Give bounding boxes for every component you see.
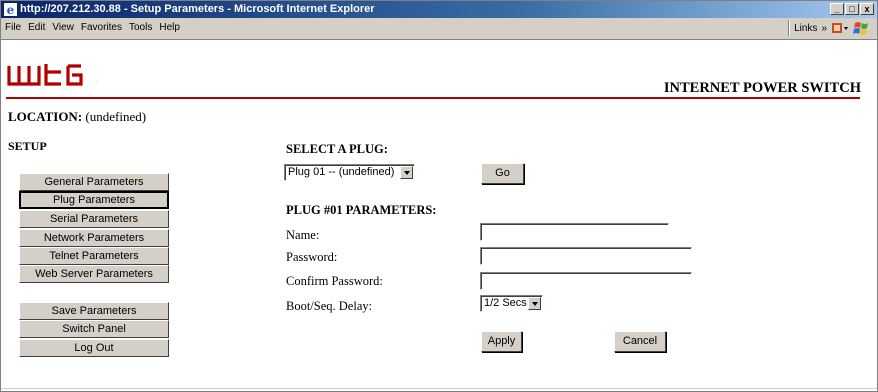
menu-bar: File Edit View Favorites Tools Help Link… xyxy=(1,18,877,40)
menu-edit[interactable]: Edit xyxy=(28,22,45,33)
browser-window: e http://207.212.30.88 - Setup Parameter… xyxy=(0,0,878,392)
menu-file[interactable]: File xyxy=(5,22,21,33)
page-content: wti INTERNET POWER SWITCH LOCATION: (und… xyxy=(1,40,877,390)
toolbar-separator xyxy=(788,20,791,36)
boot-delay-label: Boot/Seq. Delay: xyxy=(286,299,373,313)
nav-general-parameters[interactable]: General Parameters xyxy=(19,173,169,191)
location-value: (undefined) xyxy=(85,109,147,124)
name-field[interactable] xyxy=(480,223,669,241)
password-field[interactable] xyxy=(480,247,692,265)
log-out-button[interactable]: Log Out xyxy=(19,339,169,357)
select-plug-heading: SELECT A PLUG: xyxy=(286,142,388,156)
wti-logo: wti xyxy=(7,64,98,86)
apply-button[interactable]: Apply xyxy=(481,331,522,352)
header-divider xyxy=(6,97,860,99)
plug-select-value: Plug 01 -- (undefined) xyxy=(288,166,395,178)
dropdown-arrow-icon[interactable] xyxy=(400,166,413,179)
location-label: LOCATION: xyxy=(8,109,83,124)
plug-params-heading: PLUG #01 PARAMETERS: xyxy=(286,203,437,217)
menu-tools[interactable]: Tools xyxy=(129,22,152,33)
links-label[interactable]: Links xyxy=(794,23,817,34)
title-bar: e http://207.212.30.88 - Setup Parameter… xyxy=(1,1,877,18)
nav-network-parameters[interactable]: Network Parameters xyxy=(19,229,169,247)
dropdown-arrow-icon[interactable] xyxy=(528,297,541,310)
svg-text:e: e xyxy=(7,3,15,16)
confirm-password-label: Confirm Password: xyxy=(286,274,383,288)
menu-view[interactable]: View xyxy=(52,22,74,33)
maximize-button[interactable]: □ xyxy=(845,3,859,15)
minimize-button[interactable]: _ xyxy=(830,3,844,15)
nav-plug-parameters[interactable]: Plug Parameters xyxy=(19,191,169,209)
menu-help[interactable]: Help xyxy=(159,22,180,33)
password-label: Password: xyxy=(286,250,338,264)
nav-serial-parameters[interactable]: Serial Parameters xyxy=(19,210,169,228)
nav-telnet-parameters[interactable]: Telnet Parameters xyxy=(19,247,169,265)
cancel-button[interactable]: Cancel xyxy=(614,331,666,352)
svg-text:wti: wti xyxy=(96,80,98,83)
close-button[interactable]: x xyxy=(860,3,874,15)
nav-web-server-parameters[interactable]: Web Server Parameters xyxy=(19,265,169,283)
internet-explorer-icon: e xyxy=(4,3,17,16)
status-bar-divider xyxy=(1,388,877,389)
menu-favorites[interactable]: Favorites xyxy=(81,22,122,33)
toolbar-extension-icon[interactable] xyxy=(831,21,849,35)
save-parameters-button[interactable]: Save Parameters xyxy=(19,302,169,320)
go-button[interactable]: Go xyxy=(481,163,524,184)
boot-delay-value: 1/2 Secs xyxy=(484,297,527,309)
window-title: http://207.212.30.88 - Setup Parameters … xyxy=(20,3,375,15)
confirm-password-field[interactable] xyxy=(480,272,692,290)
boot-delay-select[interactable]: 1/2 Secs xyxy=(480,295,543,312)
switch-panel-button[interactable]: Switch Panel xyxy=(19,320,169,338)
links-chevron[interactable]: » xyxy=(821,23,827,34)
setup-heading: SETUP xyxy=(8,139,47,153)
product-title: INTERNET POWER SWITCH xyxy=(663,80,861,96)
location-line: LOCATION: (undefined) xyxy=(8,109,146,125)
windows-flag-icon xyxy=(853,22,868,35)
name-label: Name: xyxy=(286,228,320,242)
plug-select[interactable]: Plug 01 -- (undefined) xyxy=(284,164,415,181)
